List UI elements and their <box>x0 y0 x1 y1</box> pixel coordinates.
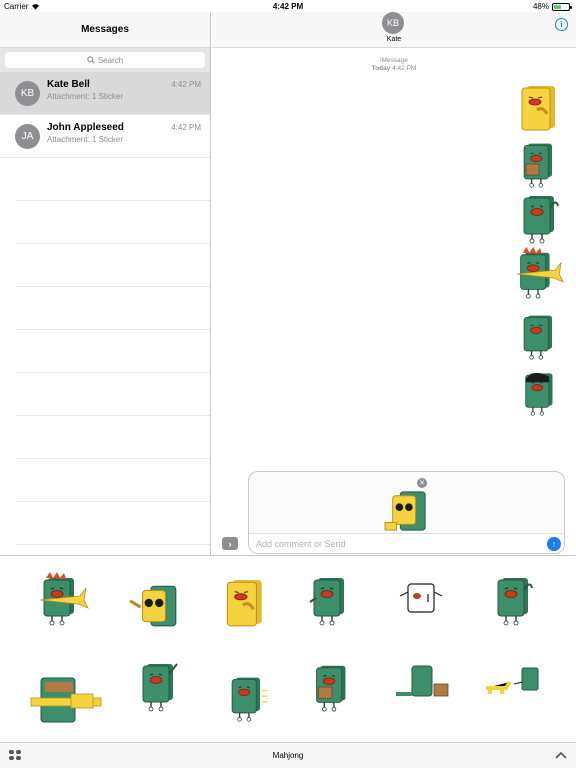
comment-input[interactable] <box>249 534 519 553</box>
send-button[interactable]: ↑ <box>547 537 561 551</box>
app-drawer-bar: Mahjong <box>0 742 576 768</box>
search-bar: Search <box>0 48 210 72</box>
sent-sticker-yellow-tile[interactable] <box>515 82 563 134</box>
compose-field: ↑ <box>249 533 564 553</box>
status-time: 4:42 PM <box>272 2 304 11</box>
conversation-time: 4:42 PM <box>171 123 201 132</box>
info-icon: i <box>560 20 563 29</box>
conversation-preview: Attachment: 1 Sticker <box>47 135 124 144</box>
empty-row <box>16 287 210 330</box>
search-icon <box>87 56 95 64</box>
battery-percent: 48% <box>532 2 549 11</box>
close-icon: ✕ <box>419 480 425 487</box>
sent-sticker-green-tile-waving[interactable] <box>516 190 564 246</box>
battery-icon <box>552 2 572 11</box>
sticker-rocker[interactable] <box>36 572 90 628</box>
sent-sticker-green-tile-smile[interactable] <box>514 310 564 362</box>
avatar: KB <box>15 81 40 106</box>
search-placeholder: Search <box>97 55 124 65</box>
app-name: Mahjong <box>272 751 304 760</box>
conversation-sidebar: Messages Search KB Kate Bell 4:42 PM Att… <box>0 12 211 555</box>
compose-box: ✕ ↑ <box>248 471 565 554</box>
empty-row <box>16 373 210 416</box>
sticker-yellow-tile[interactable] <box>220 576 270 630</box>
sidebar-title: Messages <box>81 24 129 35</box>
conversation-name: Kate Bell <box>47 79 90 90</box>
pending-sticker <box>384 491 426 531</box>
sticker-sunglasses-yellow[interactable] <box>128 582 180 628</box>
expand-apps-button[interactable]: › <box>222 537 238 550</box>
chevron-right-icon: › <box>228 538 232 549</box>
conversation-name: John Appleseed <box>47 122 124 133</box>
empty-row <box>16 459 210 502</box>
sent-sticker-green-tile-box[interactable] <box>514 138 564 190</box>
sticker-lying-tile[interactable] <box>30 672 102 724</box>
sidebar-header: Messages <box>0 12 210 48</box>
search-input[interactable]: Search <box>5 52 205 68</box>
thread-day: Today <box>371 65 391 72</box>
conversation-preview: Attachment: 1 Sticker <box>47 92 124 101</box>
arrow-up-icon: ↑ <box>551 539 557 549</box>
empty-row <box>16 330 210 373</box>
thread-timestamp: iMessage Today 4:42 PM <box>212 57 576 73</box>
empty-row <box>16 244 210 287</box>
sticker-green-box[interactable] <box>306 660 358 714</box>
conversation-list: KB Kate Bell 4:42 PM Attachment: 1 Stick… <box>0 72 210 545</box>
conversation-header: KB Kate i <box>212 12 576 48</box>
contact-avatar[interactable]: KB <box>382 12 404 34</box>
empty-row <box>16 201 210 244</box>
sticker-green-gesture[interactable] <box>306 572 354 628</box>
sticker-dog-tile[interactable] <box>484 666 542 702</box>
sticker-white-tile[interactable] <box>398 580 444 618</box>
conversation-row-john-appleseed[interactable]: JA John Appleseed 4:42 PM Attachment: 1 … <box>0 115 210 158</box>
service-label: iMessage <box>380 57 408 64</box>
contact-name[interactable]: Kate <box>212 36 576 43</box>
sticker-green-running[interactable] <box>222 672 272 724</box>
empty-row <box>16 416 210 459</box>
chevron-up-icon[interactable] <box>554 748 568 762</box>
sticker-green-sitting[interactable] <box>394 664 452 700</box>
remove-attachment-button[interactable]: ✕ <box>417 478 427 488</box>
thread-time: 4:42 PM <box>392 65 417 72</box>
empty-row <box>16 502 210 545</box>
status-bar: Carrier 4:42 PM 48% <box>0 0 576 12</box>
sticker-green-dance[interactable] <box>134 658 184 714</box>
sticker-green-wave[interactable] <box>490 572 538 628</box>
sticker-drawer <box>0 555 576 742</box>
sent-sticker-green-tile-sunglasses[interactable] <box>516 368 564 418</box>
sent-sticker-rocker-tile[interactable] <box>512 247 566 301</box>
avatar: JA <box>15 124 40 149</box>
conversation-row-kate-bell[interactable]: KB Kate Bell 4:42 PM Attachment: 1 Stick… <box>0 72 210 115</box>
info-button[interactable]: i <box>555 18 568 31</box>
conversation-time: 4:42 PM <box>171 80 201 89</box>
empty-row <box>16 158 210 201</box>
